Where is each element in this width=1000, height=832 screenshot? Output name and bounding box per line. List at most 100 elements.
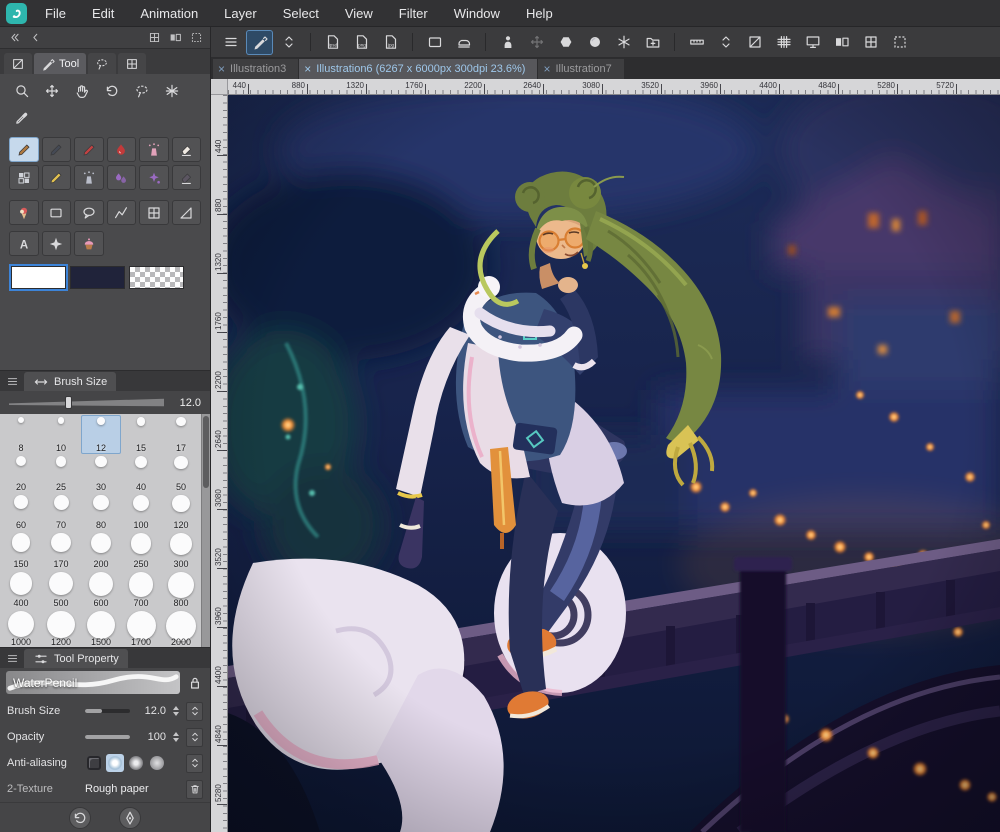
tab-subtool[interactable] [88, 53, 117, 74]
grid-toggle-button[interactable] [770, 30, 797, 55]
canvas-size-button[interactable] [421, 30, 448, 55]
tab-palette[interactable] [4, 53, 32, 74]
close-tab-icon[interactable]: × [218, 63, 225, 75]
brush-size-600[interactable]: 600 [81, 570, 121, 609]
material-button[interactable] [552, 30, 579, 55]
figure-tool[interactable] [41, 200, 71, 225]
register-default-button[interactable] [119, 806, 141, 829]
brush-size-100[interactable]: 100 [121, 493, 161, 532]
menu-edit[interactable]: Edit [79, 0, 127, 26]
airbrush-tool[interactable] [139, 137, 169, 162]
brush-size-70[interactable]: 70 [41, 493, 81, 532]
decoration-brush-tool[interactable] [139, 165, 169, 190]
document-tab-3[interactable]: × Illustration7 [538, 59, 624, 79]
expand-slider-button[interactable] [186, 727, 203, 747]
hand-tool[interactable] [69, 80, 95, 102]
brush-size-200[interactable]: 200 [81, 531, 121, 570]
restore-default-button[interactable] [69, 806, 91, 829]
collapse-panel-button[interactable] [26, 29, 44, 46]
export-jpg-button[interactable]: jpg [377, 30, 404, 55]
frame-border-tool[interactable] [106, 200, 136, 225]
symmetry-ruler-tool[interactable] [171, 200, 201, 225]
expand-slider-button[interactable] [186, 753, 203, 773]
display-dual-button[interactable] [828, 30, 855, 55]
tool-switch-button[interactable] [275, 30, 302, 55]
move-tool[interactable] [39, 80, 65, 102]
document-tab-2[interactable]: × Illustration6 (6267 x 6000px 300dpi 23.… [299, 59, 538, 79]
cupcake-brush-tool[interactable] [74, 231, 104, 256]
transparent-color[interactable] [129, 266, 184, 289]
watercolor-tool[interactable] [106, 137, 136, 162]
main-color[interactable] [9, 264, 68, 291]
brush-size-scrollbar[interactable] [201, 414, 210, 647]
save-ipsd-button[interactable]: ipsd [319, 30, 346, 55]
balloon-tool[interactable] [74, 200, 104, 225]
display-single-button[interactable] [799, 30, 826, 55]
brush-size-8[interactable]: 8 [1, 415, 41, 454]
print-button[interactable] [450, 30, 477, 55]
sub-color[interactable] [70, 266, 125, 289]
rotate-view-tool[interactable] [99, 80, 125, 102]
ruler-toggle-button[interactable] [683, 30, 710, 55]
lock-icon-slot[interactable] [186, 674, 204, 692]
delete-texture-button[interactable] [186, 779, 203, 799]
pose-figure-button[interactable] [494, 30, 521, 55]
brush-size-20[interactable]: 20 [1, 454, 41, 493]
marker-tool[interactable] [74, 137, 104, 162]
panel-menu-icon-slot[interactable] [4, 650, 20, 666]
brush-size-30[interactable]: 30 [81, 454, 121, 493]
brush-size-300[interactable]: 300 [161, 531, 201, 570]
brush-size-50[interactable]: 50 [161, 454, 201, 493]
property-slider[interactable] [85, 709, 130, 713]
dock-layout-1-button[interactable] [145, 29, 163, 46]
transform-button[interactable] [523, 30, 550, 55]
menu-animation[interactable]: Animation [127, 0, 211, 26]
spray-tool[interactable] [74, 165, 104, 190]
soft-eraser-tool[interactable] [171, 137, 201, 162]
lasso-select-tool[interactable] [129, 80, 155, 102]
grid-tool[interactable] [139, 200, 169, 225]
property-slider[interactable] [85, 735, 130, 739]
brush-size-12[interactable]: 12 [81, 415, 121, 454]
scrollbar-thumb[interactable] [203, 416, 209, 488]
anti-aliasing-option-3[interactable] [148, 754, 166, 772]
brush-size-slider[interactable] [9, 396, 164, 409]
zoom-tool[interactable] [9, 80, 35, 102]
menu-help[interactable]: Help [513, 0, 566, 26]
brush-size-17[interactable]: 17 [161, 415, 201, 454]
menu-view[interactable]: View [332, 0, 386, 26]
document-tab-1[interactable]: × Illustration3 [213, 59, 299, 79]
export-png-button[interactable]: png [348, 30, 375, 55]
brush-size-170[interactable]: 170 [41, 531, 81, 570]
hard-eraser-tool[interactable] [171, 165, 201, 190]
brush-size-80[interactable]: 80 [81, 493, 121, 532]
collapse-all-button[interactable] [5, 29, 23, 46]
filter-button[interactable] [610, 30, 637, 55]
close-tab-icon[interactable]: × [304, 63, 311, 75]
sparkle-brush-tool[interactable] [41, 231, 71, 256]
close-tab-icon[interactable]: × [543, 63, 550, 75]
pen-tool[interactable] [41, 137, 71, 162]
blend-tool[interactable] [106, 165, 136, 190]
menu-select[interactable]: Select [270, 0, 332, 26]
tab-tool[interactable]: Tool [34, 53, 87, 74]
value-stepper[interactable] [172, 732, 180, 742]
auto-select-tool[interactable] [159, 80, 185, 102]
rotate-canvas-button[interactable] [741, 30, 768, 55]
panel-menu-icon-slot[interactable] [4, 373, 20, 389]
brush-size-120[interactable]: 120 [161, 493, 201, 532]
eyedropper-tool[interactable] [9, 107, 35, 129]
brush-size-1700[interactable]: 1700 [121, 609, 161, 647]
tool-property-tab[interactable]: Tool Property [24, 649, 128, 668]
main-menu-button[interactable] [217, 30, 244, 55]
brush-size-40[interactable]: 40 [121, 454, 161, 493]
value-stepper[interactable] [172, 706, 180, 716]
fountain-pen-tool[interactable] [41, 165, 71, 190]
brush-size-25[interactable]: 25 [41, 454, 81, 493]
gradient-tool[interactable] [9, 200, 39, 225]
dock-layout-2-button[interactable] [166, 29, 184, 46]
expand-slider-button[interactable] [186, 701, 203, 721]
canvas-artwork[interactable] [228, 95, 1000, 832]
window-layout-button[interactable] [857, 30, 884, 55]
dock-layout-3-button[interactable] [187, 29, 205, 46]
